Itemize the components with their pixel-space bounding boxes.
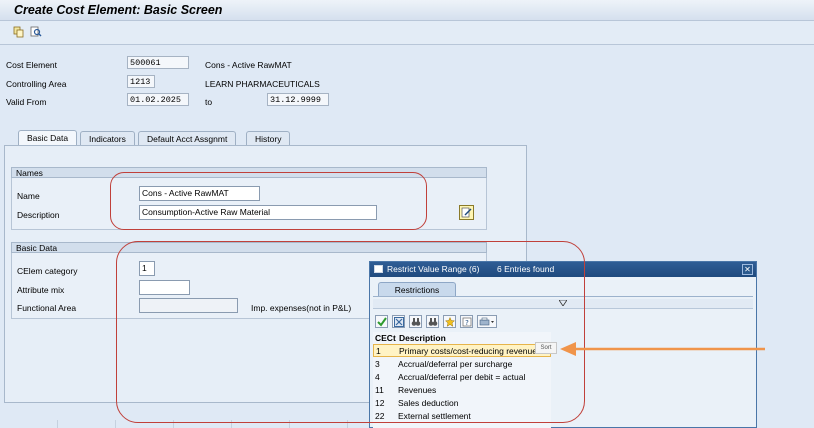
window-title: Create Cost Element: Basic Screen — [14, 3, 223, 17]
row-description: Accrual/deferral per surcharge — [398, 359, 513, 369]
list-item[interactable]: 11 Revenues — [373, 384, 551, 397]
annotation-arrow-icon — [560, 342, 765, 356]
binoculars-icon — [411, 317, 420, 326]
row-code: 11 — [375, 385, 384, 395]
row-code: 1 — [376, 346, 381, 356]
row-description: Sales deduction — [398, 398, 459, 408]
cancel-icon — [393, 316, 404, 327]
valid-from-field: 01.02.2025 — [127, 93, 189, 106]
row-code: 22 — [375, 411, 385, 421]
list-item[interactable]: 12 Sales deduction — [373, 397, 551, 410]
to-label: to — [205, 97, 213, 107]
attribute-mix-label: Attribute mix — [17, 285, 65, 295]
list-item[interactable]: 22 External settlement — [373, 410, 551, 423]
restriction-filter-row[interactable] — [373, 299, 753, 309]
popup-title: Restrict Value Range (6) — [387, 264, 480, 274]
print-button[interactable] — [477, 315, 497, 328]
value-list: CECt Description 1 Primary costs/cost-re… — [373, 332, 551, 428]
functional-area-label: Functional Area — [17, 303, 77, 313]
controlling-area-field: 1213 — [127, 75, 155, 88]
basic-data-group-title: Basic Data — [11, 242, 487, 253]
filter-triangle-icon[interactable] — [559, 300, 567, 306]
controlling-area-label: Controlling Area — [6, 79, 67, 89]
help-icon: ? — [462, 317, 471, 327]
tab-history[interactable]: History — [246, 131, 291, 145]
list-item[interactable]: 4 Accrual/deferral per debit = actual — [373, 371, 551, 384]
star-icon — [444, 316, 455, 327]
grid-divider — [231, 420, 232, 428]
grid-divider — [115, 420, 116, 428]
celem-category-input[interactable]: 1 — [139, 261, 155, 276]
row-description: Primary costs/cost-reducing revenues — [399, 346, 542, 356]
find-next-button[interactable] — [426, 315, 439, 328]
cost-element-label: Cost Element — [6, 60, 58, 70]
edit-text-button[interactable] — [459, 205, 474, 220]
grid-divider — [347, 420, 348, 428]
row-description: Accrual/deferral per debit = actual — [398, 372, 526, 382]
help-button[interactable]: ? — [460, 315, 473, 328]
description-input[interactable]: Consumption-Active Raw Material — [139, 205, 377, 220]
sort-tooltip: Sort — [535, 342, 557, 354]
popup-entries-found: 6 Entries found — [497, 264, 555, 274]
window-icon — [374, 265, 383, 273]
confirm-button[interactable] — [375, 315, 388, 328]
application-toolbar — [0, 21, 814, 45]
functional-area-input[interactable] — [139, 298, 238, 313]
binoculars-plus-icon — [428, 317, 437, 326]
close-icon[interactable]: ✕ — [742, 264, 753, 275]
grid-divider — [289, 420, 290, 428]
tab-basic-data[interactable]: Basic Data — [18, 130, 78, 146]
controlling-area-desc: LEARN PHARMACEUTICALS — [205, 79, 320, 89]
checkmark-icon — [376, 316, 387, 327]
column-header-code[interactable]: CECt — [375, 333, 396, 343]
favorites-button[interactable] — [443, 315, 456, 328]
popup-tab-divider — [373, 296, 753, 297]
svg-text:?: ? — [465, 319, 469, 327]
grid-divider — [173, 420, 174, 428]
names-group-title: Names — [11, 167, 487, 178]
cancel-button[interactable] — [392, 315, 405, 328]
row-description: External settlement — [398, 411, 471, 421]
list-item[interactable]: 3 Accrual/deferral per surcharge — [373, 358, 551, 371]
find-button[interactable] — [409, 315, 422, 328]
popup-title-bar[interactable]: Restrict Value Range (6) 6 Entries found… — [370, 262, 756, 277]
row-code: 4 — [375, 372, 380, 382]
valid-from-label: Valid From — [6, 97, 47, 107]
row-code: 3 — [375, 359, 380, 369]
title-bar: Create Cost Element: Basic Screen — [0, 0, 814, 21]
column-header-description[interactable]: Description — [399, 333, 446, 343]
row-code: 12 — [375, 398, 385, 408]
edit-icon — [461, 207, 472, 218]
printer-icon — [479, 317, 494, 325]
row-description: Revenues — [398, 385, 437, 395]
search-icon[interactable] — [29, 25, 43, 39]
attribute-mix-input[interactable] — [139, 280, 190, 295]
grid-divider — [57, 420, 58, 428]
tab-indicators[interactable]: Indicators — [80, 131, 135, 145]
name-label: Name — [17, 191, 40, 201]
description-label: Description — [17, 210, 60, 220]
name-input[interactable]: Cons - Active RawMAT — [139, 186, 260, 201]
valid-to-field: 31.12.9999 — [267, 93, 329, 106]
cost-element-field: 500061 — [127, 56, 189, 69]
imp-expenses-hint: Imp. expenses(not in P&L) — [251, 303, 352, 313]
cost-element-desc: Cons - Active RawMAT — [205, 60, 292, 70]
list-item-selected[interactable]: 1 Primary costs/cost-reducing revenues — [373, 344, 551, 357]
tab-restrictions[interactable]: Restrictions — [378, 282, 456, 296]
copy-icon[interactable] — [12, 25, 26, 39]
celem-category-label: CElem category — [17, 266, 78, 276]
tab-default-acct-assgnmt[interactable]: Default Acct Assgnmt — [138, 131, 237, 145]
